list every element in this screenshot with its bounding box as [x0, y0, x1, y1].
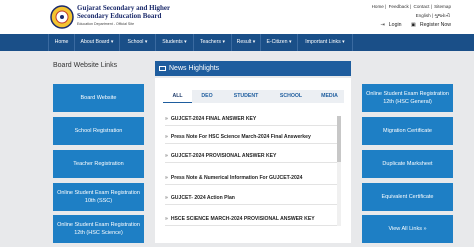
news-item-text: Press Note For HSC Science March-2024 Fi…	[170, 134, 311, 140]
news-item-text: HSCE SCIENCE MARCH-2024 PROVISIONAL ANSW…	[170, 216, 315, 222]
news-item[interactable]: » HSCE SCIENCE MARCH-2024 PROVISIONAL ANS…	[165, 212, 340, 226]
tab-all[interactable]: ALL	[163, 90, 192, 103]
news-item[interactable]: » GUJCET- 2024 Action Plan	[165, 191, 340, 205]
arrow-right-icon: »	[165, 216, 168, 222]
top-link-home[interactable]: Home	[372, 4, 384, 9]
site-header: Gujarat Secondary and Higher Secondary E…	[0, 0, 474, 34]
newspaper-icon	[159, 66, 166, 71]
top-link-feedback[interactable]: Feedback	[389, 4, 409, 9]
nav-about-board[interactable]: About Board ▾	[75, 34, 120, 51]
nav-teachers[interactable]: Teachers ▾	[194, 34, 232, 51]
nav-e-citizen[interactable]: E-Citizen ▾	[261, 34, 298, 51]
language-switcher: English | ગુજરાતી	[415, 13, 450, 18]
view-all-links-button[interactable]: View All Links »	[362, 215, 453, 243]
tab-deo[interactable]: DEO	[193, 90, 221, 103]
main-navbar: Home About Board ▾ School ▾ Students ▾ T…	[0, 34, 474, 51]
news-item-text: GUJCET-2024 PROVISIONAL ANSWER KEY	[170, 153, 277, 159]
news-item[interactable]: » GUJCET-2024 PROVISIONAL ANSWER KEY	[165, 149, 340, 163]
equivalent-certificate-button[interactable]: Equivalent Certificate	[362, 183, 453, 211]
top-links: Home | Feedback | Contact | Sitemap	[371, 4, 451, 9]
board-website-button[interactable]: Board Website	[53, 84, 144, 112]
news-item-text: GUJCET-2024 FINAL ANSWER KEY	[170, 116, 257, 122]
news-scrollbar[interactable]	[337, 116, 341, 226]
arrow-right-icon: »	[165, 195, 168, 201]
top-link-sitemap[interactable]: Sitemap	[434, 4, 451, 9]
register-icon: ▣	[410, 22, 416, 28]
news-item-text: GUJCET- 2024 Action Plan	[170, 195, 235, 201]
tab-school[interactable]: SCHOOL	[271, 90, 311, 103]
org-subtitle: Education Department - Official Site	[77, 22, 135, 26]
hsc-science-exam-registration-button[interactable]: Online Student Exam Registration 12th (H…	[53, 215, 144, 243]
auth-links: ⇥ Login ▣ Register Now	[372, 22, 451, 28]
news-item[interactable]: » GUJCET-2024 FINAL ANSWER KEY	[165, 112, 340, 126]
nav-important-links[interactable]: Important Links ▾	[298, 34, 353, 51]
duplicate-marksheet-button[interactable]: Duplicate Marksheet	[362, 150, 453, 178]
org-name-line1: Gujarat Secondary and Higher	[77, 4, 171, 12]
news-panel: ALL DEO STUDENT SCHOOL MEDIA » GUJCET-202…	[155, 78, 351, 243]
board-logo-icon[interactable]	[50, 3, 74, 31]
hsc-general-exam-registration-button[interactable]: Online Student Exam Registration 12th (H…	[362, 84, 453, 112]
migration-certificate-button[interactable]: Migration Certificate	[362, 117, 453, 145]
arrow-right-icon: »	[165, 134, 168, 140]
tab-media[interactable]: MEDIA	[315, 90, 344, 103]
news-item[interactable]: » Press Note & Numerical Information For …	[165, 171, 340, 185]
tab-student[interactable]: STUDENT	[225, 90, 267, 103]
arrow-right-icon: »	[165, 153, 168, 159]
teacher-registration-button[interactable]: Teacher Registration	[53, 150, 144, 178]
nav-school[interactable]: School ▾	[120, 34, 156, 51]
login-icon: ⇥	[380, 22, 385, 28]
nav-result[interactable]: Result ▾	[232, 34, 261, 51]
lang-english[interactable]: English	[416, 13, 431, 18]
nav-home[interactable]: Home	[48, 34, 75, 51]
top-link-contact[interactable]: Contact	[414, 4, 430, 9]
news-item-text: Press Note & Numerical Information For G…	[170, 175, 303, 181]
login-link[interactable]: ⇥ Login	[376, 22, 401, 28]
lang-gujarati[interactable]: ગુજરાતી	[434, 13, 450, 18]
school-registration-button[interactable]: School Registration	[53, 117, 144, 145]
news-highlights-header: News Highlights	[155, 61, 351, 76]
org-title: Gujarat Secondary and Higher Secondary E…	[77, 4, 170, 20]
ssc-exam-registration-button[interactable]: Online Student Exam Registration 10th (S…	[53, 183, 144, 211]
register-link[interactable]: ▣ Register Now	[407, 22, 451, 28]
board-website-links-title: Board Website Links	[53, 62, 118, 69]
arrow-right-icon: »	[165, 175, 168, 181]
news-tabs: ALL DEO STUDENT SCHOOL MEDIA	[163, 90, 344, 103]
scrollbar-thumb[interactable]	[337, 116, 341, 162]
news-item[interactable]: » Press Note For HSC Science March-2024 F…	[165, 130, 340, 144]
news-highlights-title: News Highlights	[169, 65, 220, 72]
nav-students[interactable]: Students ▾	[156, 34, 194, 51]
login-label: Login	[388, 22, 402, 28]
register-label: Register Now	[419, 22, 451, 28]
org-name-line2: Secondary Education Board	[77, 12, 162, 20]
arrow-right-icon: »	[165, 116, 168, 122]
